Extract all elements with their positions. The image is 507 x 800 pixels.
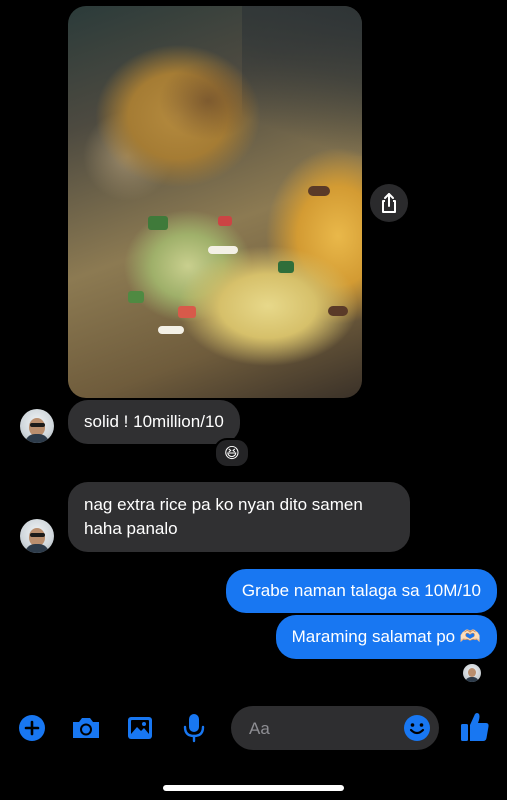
photo-detail bbox=[128, 291, 144, 303]
avatar-shirt bbox=[465, 677, 479, 682]
message-input[interactable] bbox=[247, 706, 401, 752]
photo-detail bbox=[158, 326, 184, 334]
avatar-face bbox=[468, 668, 476, 677]
photo-detail bbox=[328, 306, 348, 316]
incoming-message[interactable]: solid ! 10million/10 bbox=[68, 400, 240, 444]
sender-avatar[interactable] bbox=[20, 519, 54, 553]
thumbs-up-icon bbox=[461, 713, 489, 741]
image-icon bbox=[128, 717, 152, 739]
read-receipt-avatar bbox=[463, 664, 481, 682]
home-indicator[interactable] bbox=[163, 785, 344, 791]
photo-shadow bbox=[242, 6, 362, 156]
outgoing-message[interactable]: Grabe naman talaga sa 10M/10 bbox=[225, 569, 497, 613]
message-reaction[interactable]: 😆 bbox=[214, 438, 250, 468]
photo-detail bbox=[178, 306, 196, 318]
like-button[interactable] bbox=[458, 710, 492, 744]
emoji-button[interactable] bbox=[403, 714, 431, 742]
shared-food-photo[interactable] bbox=[68, 6, 362, 398]
photo-detail bbox=[218, 216, 232, 226]
photo-detail bbox=[308, 186, 330, 196]
camera-button[interactable] bbox=[69, 713, 103, 743]
microphone-icon bbox=[183, 714, 205, 743]
share-icon bbox=[382, 193, 396, 213]
photo-detail bbox=[208, 246, 238, 254]
outgoing-message[interactable]: Maraming salamat po 🫶🏻 bbox=[275, 615, 497, 659]
photo-detail bbox=[278, 261, 294, 273]
avatar-shirt bbox=[25, 544, 49, 553]
avatar-glasses bbox=[30, 423, 45, 427]
voice-button[interactable] bbox=[180, 712, 208, 744]
camera-icon bbox=[73, 718, 99, 738]
emoji-icon bbox=[404, 715, 430, 741]
sender-avatar[interactable] bbox=[20, 409, 54, 443]
add-button[interactable] bbox=[17, 713, 47, 743]
gallery-button[interactable] bbox=[124, 713, 156, 743]
laughing-emoji-icon: 😆 bbox=[224, 445, 240, 462]
message-text: Grabe naman talaga sa 10M/10 bbox=[241, 581, 481, 600]
message-text: Maraming salamat po 🫶🏻 bbox=[291, 627, 481, 646]
incoming-message[interactable]: nag extra rice pa ko nyan dito samen hah… bbox=[68, 482, 410, 552]
message-text: solid ! 10million/10 bbox=[84, 412, 224, 431]
message-composer[interactable] bbox=[231, 706, 439, 752]
message-text-line: haha panalo bbox=[84, 519, 178, 538]
photo-detail bbox=[148, 216, 168, 230]
share-button[interactable] bbox=[370, 184, 408, 222]
message-text-line: nag extra rice pa ko nyan dito samen bbox=[84, 495, 363, 514]
avatar-shirt bbox=[25, 434, 49, 443]
avatar-glasses bbox=[30, 533, 45, 537]
plus-circle-icon bbox=[19, 715, 45, 741]
